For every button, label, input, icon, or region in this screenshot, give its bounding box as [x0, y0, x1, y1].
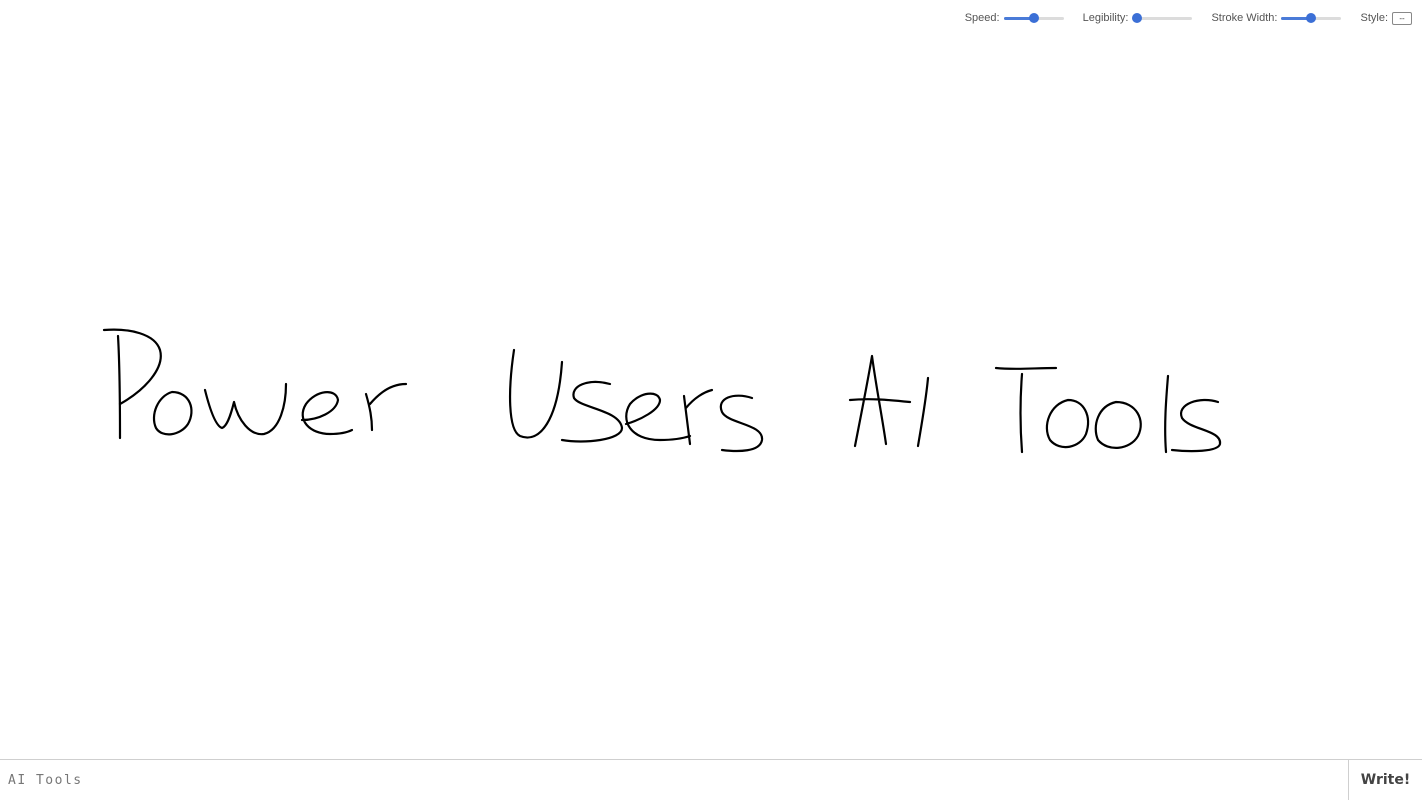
legibility-control: Legibility: — [1083, 11, 1193, 25]
stroke-T — [994, 366, 1058, 454]
stroke-s3 — [1170, 398, 1222, 453]
stroke-s2 — [719, 394, 764, 453]
style-select[interactable]: -- — [1392, 11, 1412, 25]
slider-thumb[interactable] — [1132, 13, 1143, 23]
stroke-w — [203, 382, 288, 436]
stroke-width-slider[interactable] — [1281, 11, 1342, 25]
stroke-e1 — [300, 391, 354, 436]
stroke-A — [848, 354, 912, 448]
stroke-r2 — [682, 388, 714, 446]
stroke-I — [916, 376, 930, 448]
text-input[interactable] — [0, 760, 1348, 800]
controls-bar: Speed: Legibility: Stroke Width: Style: … — [946, 8, 1412, 28]
stroke-width-label: Stroke Width: — [1211, 12, 1278, 24]
stroke-P-bowl — [102, 328, 162, 406]
legibility-slider[interactable] — [1132, 11, 1193, 25]
handwriting-canvas: Power Users AI Tools — [0, 0, 1422, 759]
stroke-e2 — [624, 392, 692, 442]
stroke-l — [1164, 374, 1170, 454]
stroke-U — [508, 348, 564, 439]
write-button[interactable]: Write! — [1348, 760, 1422, 800]
legibility-label: Legibility: — [1082, 12, 1129, 24]
slider-thumb[interactable] — [1028, 13, 1039, 23]
stroke-s1 — [560, 380, 624, 443]
handwriting-app: Power Users AI Tools — [0, 0, 1422, 800]
speed-control: Speed: — [965, 11, 1064, 25]
stroke-o2 — [1045, 398, 1090, 449]
stroke-P-stem — [116, 334, 122, 440]
stroke-r1 — [364, 382, 408, 432]
handwriting-strokes — [102, 328, 1222, 454]
speed-label: Speed: — [964, 12, 1000, 24]
stroke-o3 — [1094, 400, 1142, 449]
speed-slider[interactable] — [1003, 11, 1064, 25]
style-selected-value: -- — [1399, 13, 1405, 23]
style-control: Style: -- — [1360, 11, 1412, 25]
input-bar: Write! — [0, 759, 1422, 800]
stroke-o1 — [152, 390, 193, 436]
stroke-width-control: Stroke Width: — [1211, 11, 1342, 25]
slider-thumb[interactable] — [1306, 13, 1317, 23]
style-label: Style: — [1360, 12, 1388, 24]
